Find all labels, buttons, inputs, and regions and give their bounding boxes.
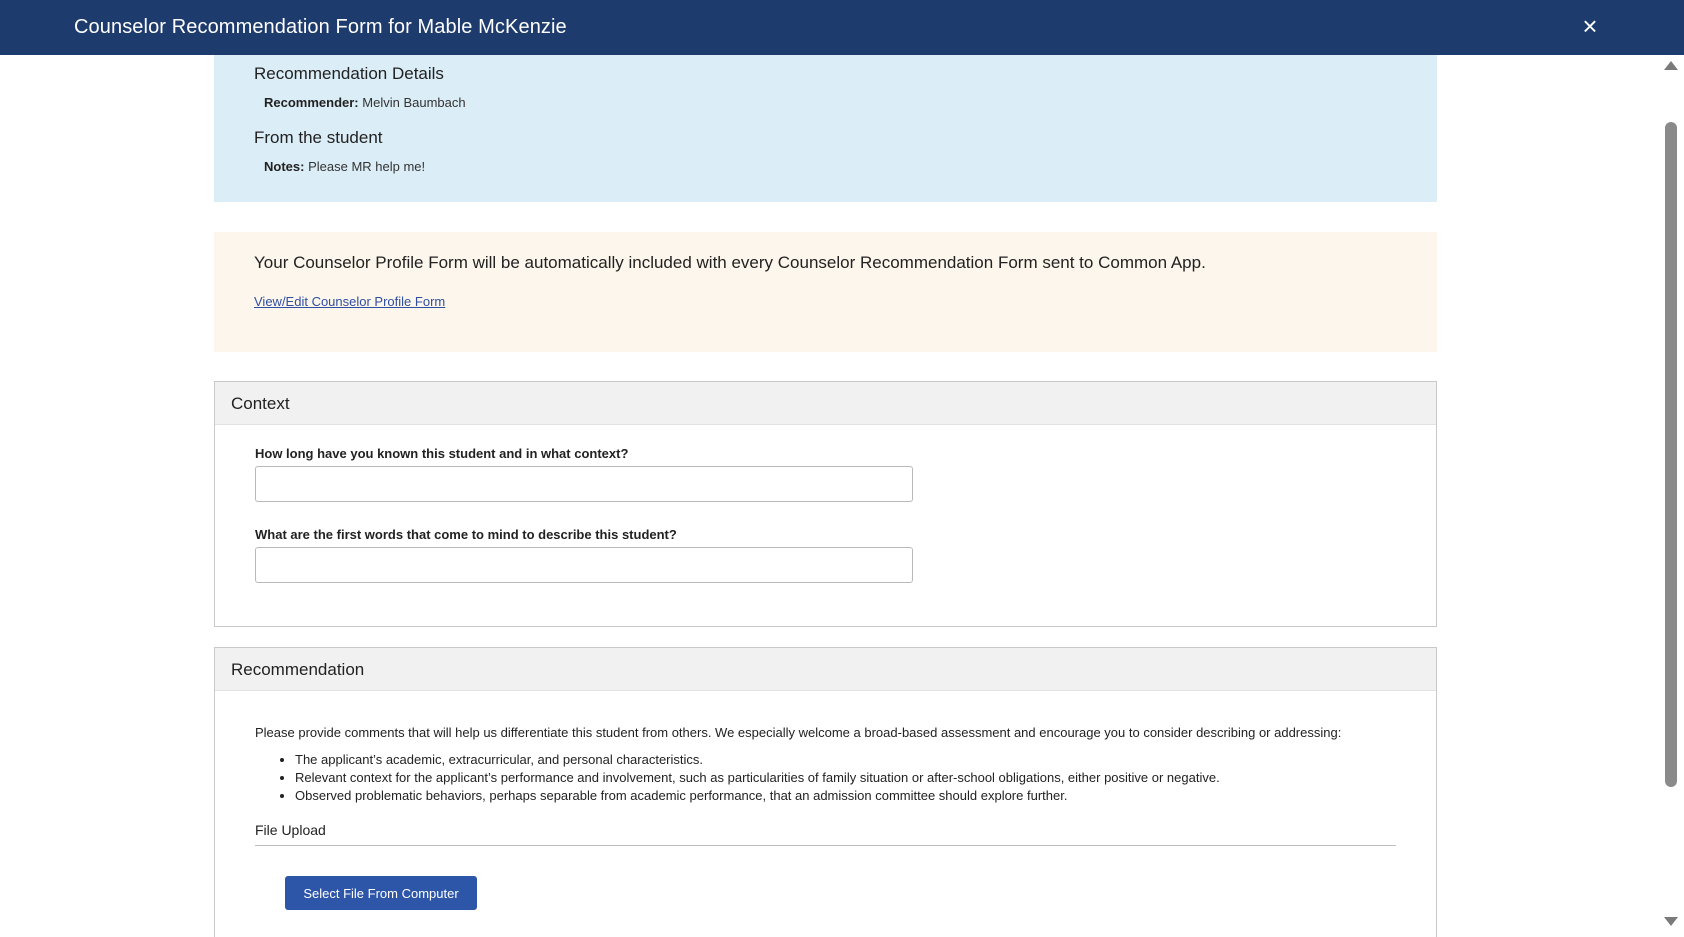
recommendation-bullets: The applicant’s academic, extracurricula… — [255, 751, 1220, 805]
known-student-input[interactable] — [255, 466, 913, 502]
scroll-down-arrow-icon[interactable] — [1664, 917, 1678, 926]
notes-value: Please MR help me! — [308, 159, 426, 174]
modal-header: Counselor Recommendation Form for Mable … — [0, 0, 1684, 55]
context-panel-title: Context — [231, 394, 290, 413]
known-student-label: How long have you known this student and… — [255, 446, 629, 461]
recommendation-panel-header: Recommendation — [215, 648, 1436, 691]
recommendation-panel-title: Recommendation — [231, 660, 365, 679]
context-panel: Context How long have you known this stu… — [214, 381, 1437, 627]
recommendation-modal: Counselor Recommendation Form for Mable … — [0, 0, 1684, 937]
scroll-up-arrow-icon[interactable] — [1664, 61, 1678, 70]
recommender-label: Recommender: — [264, 95, 359, 110]
file-upload-divider — [255, 845, 1396, 846]
counselor-profile-notice: Your Counselor Profile Form will be auto… — [214, 232, 1437, 352]
bullet-item: The applicant’s academic, extracurricula… — [295, 751, 1220, 769]
recommendation-intro: Please provide comments that will help u… — [255, 725, 1342, 740]
modal-title: Counselor Recommendation Form for Mable … — [74, 16, 567, 38]
from-student-heading: From the student — [254, 128, 383, 147]
notes-label: Notes: — [264, 159, 305, 174]
view-edit-profile-link[interactable]: View/Edit Counselor Profile Form — [254, 294, 445, 309]
context-panel-header: Context — [215, 382, 1436, 425]
recommendation-panel: Recommendation Please provide comments t… — [214, 647, 1437, 937]
first-words-input[interactable] — [255, 547, 913, 583]
first-words-label: What are the first words that come to mi… — [255, 527, 677, 542]
vertical-scrollbar[interactable] — [1658, 55, 1684, 937]
modal-content: Recommendation Details Recommender: Melv… — [0, 55, 1658, 937]
select-file-button[interactable]: Select File From Computer — [285, 876, 477, 910]
recommender-value: Melvin Baumbach — [362, 95, 466, 110]
recommender-row: Recommender: Melvin Baumbach — [264, 95, 466, 110]
scrollbar-thumb[interactable] — [1665, 122, 1677, 787]
recommendation-details-panel: Recommendation Details Recommender: Melv… — [214, 55, 1437, 202]
bullet-item: Observed problematic behaviors, perhaps … — [295, 787, 1220, 805]
notice-message: Your Counselor Profile Form will be auto… — [254, 253, 1206, 272]
file-upload-label: File Upload — [255, 822, 326, 838]
bullet-item: Relevant context for the applicant’s per… — [295, 769, 1220, 787]
recommendation-details-heading: Recommendation Details — [254, 64, 444, 83]
close-icon[interactable]: × — [1576, 12, 1604, 40]
notes-row: Notes: Please MR help me! — [264, 159, 425, 174]
